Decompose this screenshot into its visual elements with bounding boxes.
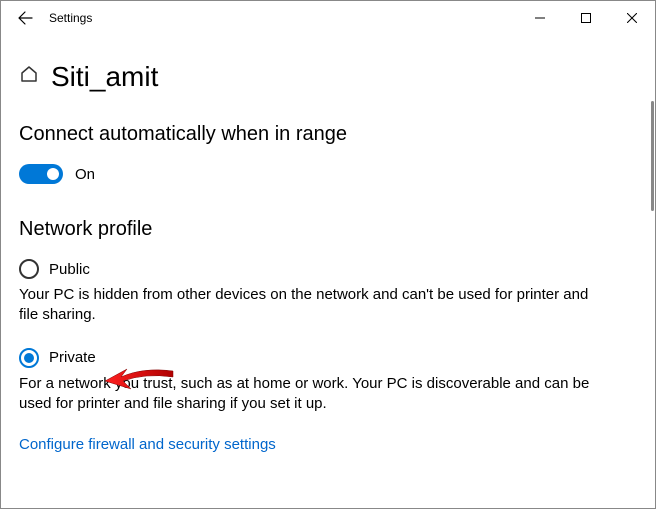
maximize-icon [581,13,591,23]
arrow-left-icon [17,10,33,26]
auto-connect-heading: Connect automatically when in range [19,123,637,146]
radio-icon [19,259,39,279]
profile-public-radio[interactable]: Public [19,259,637,279]
back-button[interactable] [9,2,41,34]
close-icon [627,13,637,23]
firewall-link[interactable]: Configure firewall and security settings [19,436,637,453]
auto-connect-toggle-row: On [19,164,637,184]
page-title: Siti_amit [51,61,158,93]
titlebar: Settings [1,1,655,35]
toggle-knob-icon [47,168,59,180]
maximize-button[interactable] [563,2,609,34]
window-controls [517,2,655,34]
settings-content: Siti_amit Connect automatically when in … [1,35,655,471]
profile-private-label: Private [49,349,96,366]
network-profile-heading: Network profile [19,218,637,241]
profile-public-desc: Your PC is hidden from other devices on … [19,285,609,326]
profile-public-label: Public [49,261,90,278]
auto-connect-state: On [75,166,95,183]
close-button[interactable] [609,2,655,34]
profile-private-radio[interactable]: Private [19,348,637,368]
minimize-button[interactable] [517,2,563,34]
radio-selected-icon [19,348,39,368]
scrollbar-thumb[interactable] [651,101,654,211]
minimize-icon [535,13,545,23]
auto-connect-toggle[interactable] [19,164,63,184]
window-title: Settings [49,11,92,25]
profile-private-desc: For a network you trust, such as at home… [19,374,609,415]
page-header: Siti_amit [19,61,637,93]
home-icon[interactable] [19,64,39,90]
